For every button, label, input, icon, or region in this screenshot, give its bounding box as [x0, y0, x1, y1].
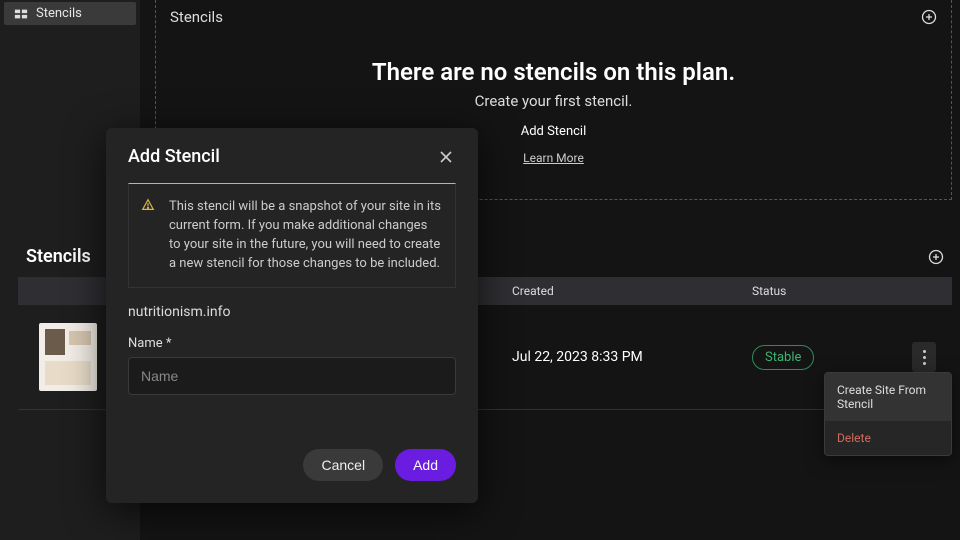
row-actions-button[interactable]	[912, 342, 936, 372]
add-stencil-button[interactable]	[928, 249, 944, 265]
empty-panel-title: Stencils	[170, 8, 223, 26]
cancel-button[interactable]: Cancel	[303, 449, 383, 481]
col-status-header: Status	[752, 284, 912, 298]
menu-delete[interactable]: Delete	[825, 421, 951, 455]
modal-warning-text: This stencil will be a snapshot of your …	[169, 199, 441, 271]
empty-state-headline: There are no stencils on this plan.	[156, 58, 951, 86]
stencil-thumbnail	[39, 323, 97, 391]
add-stencil-icon-button[interactable]	[921, 9, 937, 25]
col-created-header: Created	[512, 284, 752, 298]
sidebar-item-label: Stencils	[36, 6, 82, 21]
menu-create-site[interactable]: Create Site From Stencil	[825, 373, 951, 421]
stencils-icon	[14, 7, 28, 21]
name-input[interactable]	[128, 357, 456, 395]
empty-state-subline: Create your first stencil.	[156, 92, 951, 110]
name-field-label: Name *	[128, 336, 456, 351]
add-button[interactable]: Add	[395, 449, 456, 481]
warning-icon	[141, 198, 155, 219]
learn-more-link[interactable]: Learn More	[523, 151, 584, 165]
add-stencil-modal: Add Stencil This stencil will be a snaps…	[106, 128, 478, 503]
table-title: Stencils	[26, 246, 91, 267]
modal-close-button[interactable]	[436, 147, 456, 167]
empty-panel-header: Stencils	[156, 0, 951, 34]
row-actions-menu: Create Site From Stencil Delete	[824, 372, 952, 456]
modal-warning-alert: This stencil will be a snapshot of your …	[128, 183, 456, 288]
status-badge: Stable	[752, 345, 814, 370]
sidebar-item-stencils[interactable]: Stencils	[4, 2, 136, 25]
stencil-created-cell: Jul 22, 2023 8:33 PM	[512, 349, 752, 365]
modal-site-label: nutritionism.info	[128, 304, 456, 320]
add-stencil-link[interactable]: Add Stencil	[521, 124, 587, 139]
modal-header: Add Stencil	[128, 146, 456, 167]
modal-title: Add Stencil	[128, 146, 220, 167]
modal-footer: Cancel Add	[128, 449, 456, 481]
